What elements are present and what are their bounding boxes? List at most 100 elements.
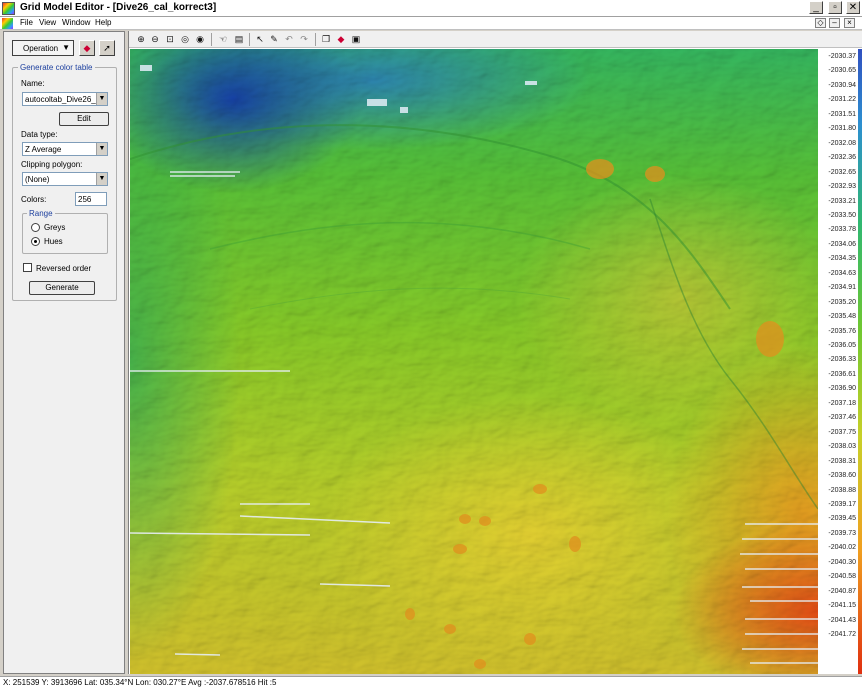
color-scale-label: -2040.87 — [828, 587, 856, 595]
name-combo[interactable]: autocoltab_Dive26_c ▼ — [22, 92, 108, 106]
name-label: Name: — [21, 79, 45, 88]
colors-label: Colors: — [21, 195, 47, 204]
color-scale-label: -2038.88 — [828, 486, 856, 494]
map-frame: ⊕ ⊖ ⊡ ◎ ◉ ☜ ▤ ↖ ✎ ↶ ↷ ❐ ◆ ▣ -2030.37 -20… — [128, 31, 862, 674]
color-scale-label: -2037.18 — [828, 399, 856, 407]
menu-file[interactable]: File — [20, 18, 33, 27]
chevron-down-icon[interactable]: ▼ — [96, 143, 107, 155]
reversed-order-label: Reversed order — [36, 264, 92, 273]
color-scale-label: -2034.91 — [828, 284, 856, 292]
chevron-down-icon[interactable]: ▼ — [96, 173, 107, 185]
close-button[interactable]: ✕ — [846, 1, 860, 14]
hues-label: Hues — [44, 237, 63, 246]
minimize-button[interactable]: _ — [809, 1, 823, 14]
color-scale-label: -2036.61 — [828, 370, 856, 378]
hues-radio[interactable] — [31, 237, 40, 246]
color-scale-label: -2038.03 — [828, 443, 856, 451]
clipping-polygon-value: (None) — [25, 175, 50, 184]
color-scale-label: -2041.72 — [828, 631, 856, 638]
color-scale-label: -2032.36 — [828, 154, 856, 162]
name-value: autocoltab_Dive26_c — [25, 95, 100, 104]
color-scale-label: -2030.94 — [828, 81, 856, 89]
menu-bar: File View Window Help ◇ – × — [0, 17, 862, 30]
color-scale-label: -2036.90 — [828, 385, 856, 393]
generate-button[interactable]: Generate — [29, 281, 95, 295]
color-scale-label: -2030.37 — [828, 53, 856, 60]
app-icon — [2, 2, 15, 15]
select-arrow-icon[interactable]: ↖ — [254, 33, 266, 45]
window-title: Grid Model Editor - [Dive26_cal_korrect3… — [20, 2, 217, 13]
zoom-in-icon[interactable]: ⊕ — [135, 33, 147, 45]
greys-radio[interactable] — [31, 223, 40, 232]
pointer-tool-button[interactable]: ➚ — [99, 40, 115, 56]
color-scale-label: -2034.35 — [828, 255, 856, 263]
pan-icon[interactable]: ☜ — [217, 33, 229, 45]
zoom-extent-icon[interactable]: ◎ — [179, 33, 191, 45]
color-scale-label: -2037.46 — [828, 414, 856, 422]
toolbar-separator — [249, 33, 250, 46]
colors-input[interactable]: 256 — [75, 192, 107, 206]
redo-icon[interactable]: ↷ — [298, 33, 310, 45]
reversed-order-checkbox[interactable] — [23, 263, 32, 272]
print-icon[interactable]: ▣ — [350, 33, 362, 45]
title-bar: Grid Model Editor - [Dive26_cal_korrect3… — [0, 0, 862, 17]
color-palette-button[interactable]: ◆ — [79, 40, 95, 56]
color-table-icon[interactable]: ◆ — [335, 33, 347, 45]
range-title: Range — [27, 209, 55, 218]
color-scale-label: -2032.93 — [828, 183, 856, 191]
zoom-out-icon[interactable]: ⊖ — [149, 33, 161, 45]
color-scale-label: -2040.30 — [828, 558, 856, 566]
bathymetry-map[interactable] — [130, 49, 818, 674]
chevron-down-icon[interactable]: ▼ — [96, 93, 107, 105]
undo-icon[interactable]: ↶ — [283, 33, 295, 45]
color-scale-label: -2036.05 — [828, 342, 856, 349]
color-scale-label: -2031.80 — [828, 125, 856, 133]
edit-button[interactable]: Edit — [59, 112, 109, 126]
chevron-down-icon: ▼ — [62, 43, 70, 52]
color-scale-label: -2039.73 — [828, 529, 856, 537]
status-bar: X: 251539 Y: 3913696 Lat: 035.34°N Lon: … — [0, 676, 862, 689]
grid-model-editor-window: Grid Model Editor - [Dive26_cal_korrect3… — [0, 0, 862, 689]
color-scale-label: -2039.45 — [828, 515, 856, 523]
mdi-minimize-icon[interactable]: – — [829, 18, 840, 28]
color-scale-label: -2037.75 — [828, 428, 856, 436]
color-scale-label: -2035.20 — [828, 298, 856, 306]
generate-color-table-group: Generate color table Name: autocoltab_Di… — [12, 63, 117, 301]
pointer-icon: ➚ — [103, 43, 111, 53]
zoom-previous-icon[interactable]: ◉ — [194, 33, 206, 45]
edit-points-icon[interactable]: ✎ — [268, 33, 280, 45]
color-scale-label: -2033.78 — [828, 226, 856, 234]
data-type-combo[interactable]: Z Average ▼ — [22, 142, 108, 156]
mdi-close-icon[interactable]: × — [844, 18, 855, 28]
operation-dropdown[interactable]: Operation ▼ — [12, 40, 74, 56]
color-scale-label: -2031.22 — [828, 96, 856, 104]
greys-label: Greys — [44, 223, 66, 232]
measure-icon[interactable]: ▤ — [233, 33, 245, 45]
color-scale-label: -2034.63 — [828, 269, 856, 277]
color-scale-legend: -2030.37 -2030.65 -2030.94 -2031.22 -2031.51… — [818, 49, 862, 674]
copy-icon[interactable]: ❐ — [320, 33, 332, 45]
clipping-polygon-label: Clipping polygon: — [21, 160, 83, 169]
mdi-restore-icon[interactable]: ◇ — [815, 18, 826, 28]
menu-help[interactable]: Help — [95, 18, 111, 27]
maximize-button[interactable]: ▫ — [828, 1, 842, 14]
zoom-window-icon[interactable]: ⊡ — [164, 33, 176, 45]
color-scale-label: -2040.02 — [828, 544, 856, 552]
color-scale-label: -2041.43 — [828, 616, 856, 624]
menu-window[interactable]: Window — [62, 18, 90, 27]
color-scale-label: -2038.31 — [828, 457, 856, 465]
color-scale-label: -2040.58 — [828, 573, 856, 581]
color-scale-label: -2030.65 — [828, 67, 856, 75]
color-scale-label: -2035.48 — [828, 313, 856, 321]
color-scale-label: -2032.65 — [828, 168, 856, 176]
color-scale-bar — [858, 49, 862, 674]
color-scale-label: -2034.06 — [828, 240, 856, 248]
toolbar-separator — [211, 33, 212, 46]
clipping-polygon-combo[interactable]: (None) ▼ — [22, 172, 108, 186]
data-type-value: Z Average — [25, 145, 62, 154]
document-icon[interactable] — [2, 18, 13, 29]
color-scale-label: -2031.51 — [828, 110, 856, 118]
group-title: Generate color table — [18, 63, 95, 72]
menu-view[interactable]: View — [39, 18, 56, 27]
operation-label: Operation — [23, 44, 59, 53]
